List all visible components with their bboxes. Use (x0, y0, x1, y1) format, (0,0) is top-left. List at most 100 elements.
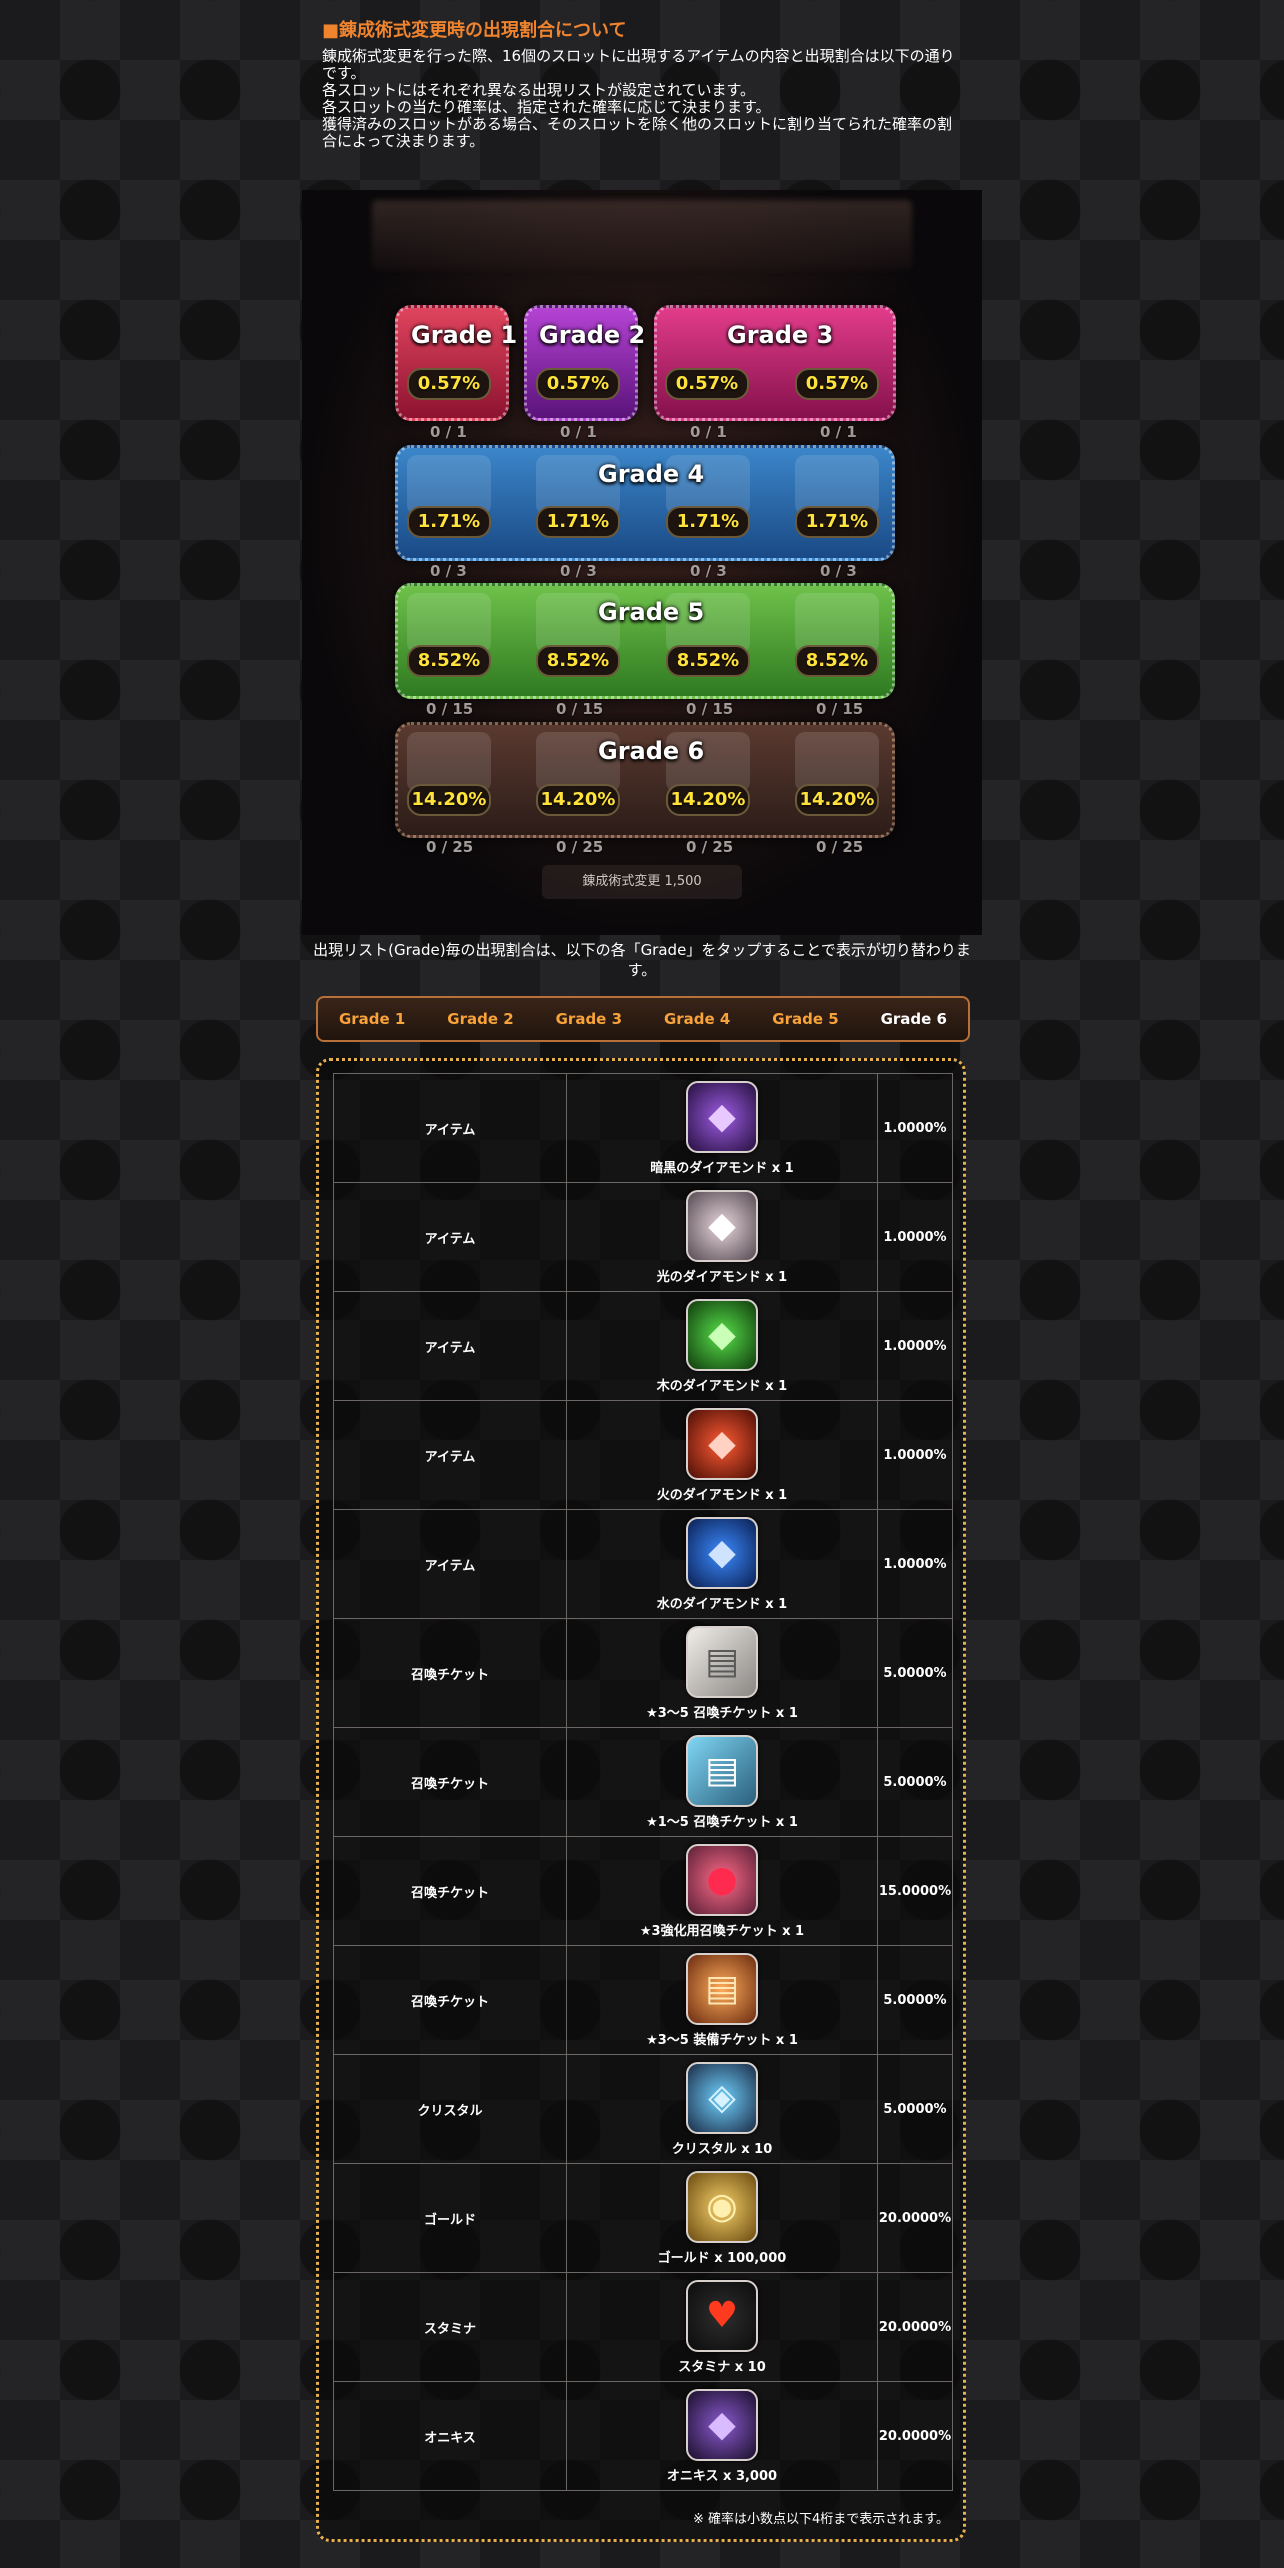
row-item: ● ★3強化用召喚チケット x 1 (566, 1836, 878, 1946)
item-name: スタミナ x 10 (678, 2359, 766, 2375)
tab-grade-2[interactable]: Grade 2 (437, 1004, 523, 1034)
grade-6-rate: 14.20% (407, 784, 491, 816)
item-name: オニキス x 3,000 (666, 2468, 778, 2484)
table-row: 召喚チケット ▤ ★3～5 装備チケット x 1 5.0000% (333, 1945, 953, 2055)
table-row: 召喚チケット ▤ ★3～5 召喚チケット x 1 5.0000% (333, 1618, 953, 1728)
item-name: ★3～5 装備チケット x 1 (646, 2032, 798, 2048)
description-line: 獲得済みのスロットがある場合、そのスロットを除く他のスロットに割り当てられた確率… (322, 115, 953, 150)
grade-4-label: Grade 4 (598, 460, 705, 488)
item-name: 火のダイアモンド x 1 (656, 1487, 788, 1503)
grade-6-rate: 14.20% (795, 784, 879, 816)
row-category: アイテム (333, 1073, 567, 1183)
crystal-icon: ◈ (686, 2061, 758, 2134)
table-row: アイテム ◆ 木のダイアモンド x 1 1.0000% (333, 1291, 953, 1401)
grade-5-label: Grade 5 (598, 598, 705, 626)
grade-6-rate: 14.20% (536, 784, 620, 816)
row-category: オニキス (333, 2381, 567, 2491)
grade-4-count: 0 / 3 (820, 562, 857, 580)
grade-5-count: 0 / 15 (556, 700, 604, 718)
row-rate: 1.0000% (877, 1182, 953, 1292)
row-category: アイテム (333, 1182, 567, 1292)
table-row: クリスタル ◈ クリスタル x 10 5.0000% (333, 2054, 953, 2164)
section-heading: ■錬成術式変更時の出現割合について (322, 20, 627, 41)
row-item: ◆ 木のダイアモンド x 1 (566, 1291, 878, 1401)
row-item: ▤ ★3～5 召喚チケット x 1 (566, 1618, 878, 1728)
description-line: 錬成術式変更を行った際、16個のスロットに出現するアイテムの内容と出現割合は以下… (322, 47, 955, 82)
grade-5-rate: 8.52% (536, 645, 620, 677)
grade-3-label: Grade 3 (727, 321, 834, 349)
table-row: 召喚チケット ● ★3強化用召喚チケット x 1 15.0000% (333, 1836, 953, 1946)
row-category: アイテム (333, 1400, 567, 1510)
grade-6-count: 0 / 25 (816, 838, 864, 856)
table-row: ゴールド ◉ ゴールド x 100,000 20.0000% (333, 2163, 953, 2273)
row-rate: 5.0000% (877, 1945, 953, 2055)
table-row: アイテム ◆ 火のダイアモンド x 1 1.0000% (333, 1400, 953, 1510)
row-rate: 20.0000% (877, 2381, 953, 2491)
row-item: ◈ クリスタル x 10 (566, 2054, 878, 2164)
item-name: 暗黒のダイアモンド x 1 (650, 1160, 794, 1176)
row-category: ゴールド (333, 2163, 567, 2273)
row-category: 召喚チケット (333, 1727, 567, 1837)
row-category: アイテム (333, 1509, 567, 1619)
row-rate: 1.0000% (877, 1509, 953, 1619)
grade-3-count: 0 / 1 (690, 423, 727, 441)
description: 錬成術式変更を行った際、16個のスロットに出現するアイテムの内容と出現割合は以下… (322, 48, 962, 150)
grade-4-rate: 1.71% (536, 506, 620, 538)
row-item: ◉ ゴールド x 100,000 (566, 2163, 878, 2273)
item-name: ゴールド x 100,000 (657, 2250, 787, 2266)
slot-image (795, 593, 879, 653)
row-item: ▤ ★1～5 召喚チケット x 1 (566, 1727, 878, 1837)
tab-grade-4[interactable]: Grade 4 (654, 1004, 740, 1034)
row-category: 召喚チケット (333, 1618, 567, 1728)
grade-2-label: Grade 2 (539, 321, 646, 349)
equipment-ticket-icon: ▤ (686, 1952, 758, 2025)
row-category: クリスタル (333, 2054, 567, 2164)
grade-4-rate: 1.71% (407, 506, 491, 538)
grade-2-rate: 0.57% (536, 368, 620, 400)
row-item: ◆ オニキス x 3,000 (566, 2381, 878, 2491)
slot-image (407, 593, 491, 653)
row-category: 召喚チケット (333, 1945, 567, 2055)
footnote: ※ 確率は小数点以下4桁まで表示されます。 (693, 2512, 949, 2527)
row-item: ◆ 火のダイアモンド x 1 (566, 1400, 878, 1510)
table-row: アイテム ◆ 水のダイアモンド x 1 1.0000% (333, 1509, 953, 1619)
row-item: ◆ 暗黒のダイアモンド x 1 (566, 1073, 878, 1183)
grade-slots-image: Grade 1 0.57% 0 / 1 Grade 2 0.57% 0 / 1 … (302, 190, 982, 935)
grade-5-rate: 8.52% (666, 645, 750, 677)
stamina-icon: ♥ (686, 2279, 758, 2352)
gold-icon: ◉ (686, 2170, 758, 2243)
slot-image (795, 732, 879, 792)
grade-1-rate: 0.57% (407, 368, 491, 400)
drop-rate-panel: アイテム ◆ 暗黒のダイアモンド x 1 1.0000% アイテム ◆ 光のダイアモンド x… (316, 1058, 966, 2542)
drop-rate-table: アイテム ◆ 暗黒のダイアモンド x 1 1.0000% アイテム ◆ 光のダイアモンド x… (333, 1073, 953, 2491)
enhance-summon-ticket-icon: ● (686, 1843, 758, 1916)
water-diamond-icon: ◆ (686, 1516, 758, 1589)
tab-grade-1[interactable]: Grade 1 (329, 1004, 415, 1034)
item-name: ★3強化用召喚チケット x 1 (639, 1923, 805, 1939)
row-rate: 5.0000% (877, 1727, 953, 1837)
row-rate: 5.0000% (877, 2054, 953, 2164)
fire-diamond-icon: ◆ (686, 1407, 758, 1480)
grade-4-rate: 1.71% (795, 506, 879, 538)
description-line: 各スロットの当たり確率は、指定された確率に応じて決まります。 (322, 98, 771, 116)
grade-5-count: 0 / 15 (426, 700, 474, 718)
table-row: 召喚チケット ▤ ★1～5 召喚チケット x 1 5.0000% (333, 1727, 953, 1837)
grade-5-count: 0 / 15 (816, 700, 864, 718)
grade-4-count: 0 / 3 (690, 562, 727, 580)
tab-instruction: 出現リスト(Grade)毎の出現割合は、以下の各「Grade」をタップすることで… (313, 941, 971, 979)
grade-3-rate: 0.57% (665, 368, 749, 400)
change-formula-cost: 錬成術式変更 1,500 (542, 865, 742, 899)
item-name: クリスタル x 10 (671, 2141, 773, 2157)
light-diamond-icon: ◆ (686, 1189, 758, 1262)
row-category: スタミナ (333, 2272, 567, 2382)
table-row: アイテム ◆ 暗黒のダイアモンド x 1 1.0000% (333, 1073, 953, 1183)
row-item: ♥ スタミナ x 10 (566, 2272, 878, 2382)
grade-6-count: 0 / 25 (556, 838, 604, 856)
tab-grade-5[interactable]: Grade 5 (762, 1004, 848, 1034)
tab-grade-3[interactable]: Grade 3 (546, 1004, 632, 1034)
grade-6-label: Grade 6 (598, 737, 705, 765)
row-rate: 1.0000% (877, 1073, 953, 1183)
grade-3-count: 0 / 1 (820, 423, 857, 441)
tab-grade-6[interactable]: Grade 6 (871, 1004, 957, 1034)
grade-5-rate: 8.52% (407, 645, 491, 677)
